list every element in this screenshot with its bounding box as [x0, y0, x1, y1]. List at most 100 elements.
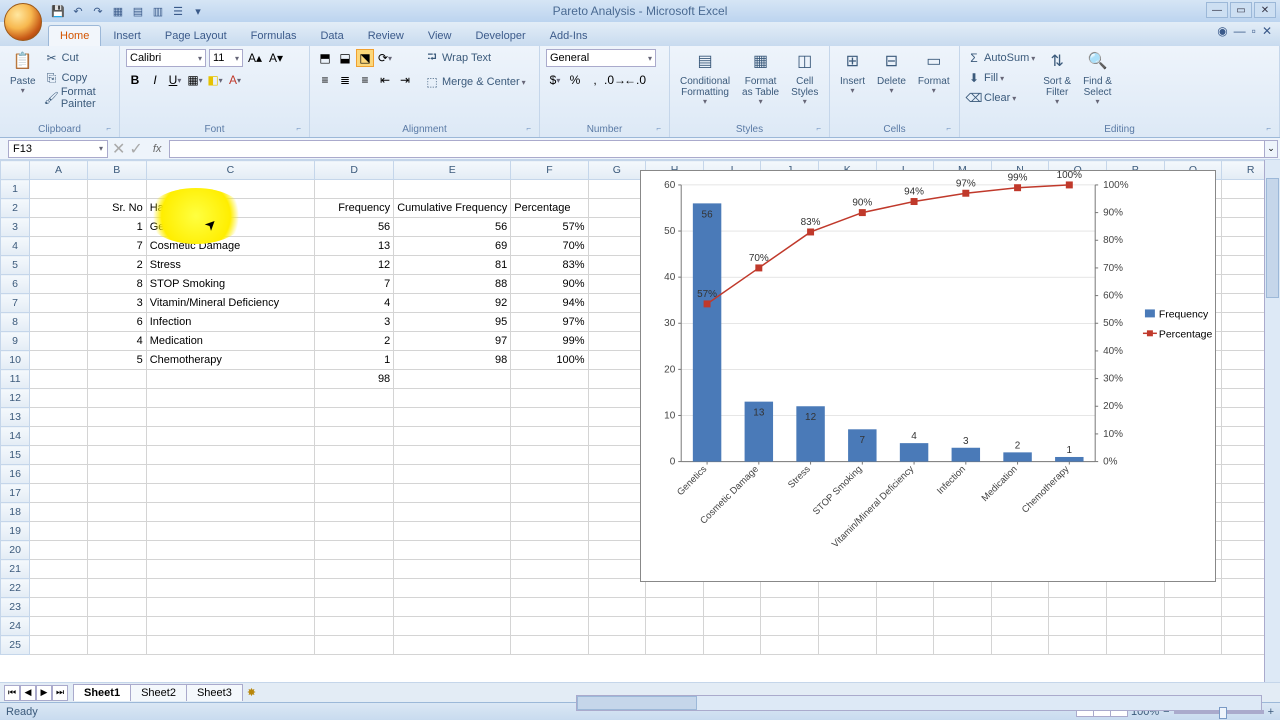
cell[interactable]	[87, 180, 146, 199]
row-header[interactable]: 9	[1, 332, 30, 351]
cell[interactable]	[87, 617, 146, 636]
row-header[interactable]: 18	[1, 503, 30, 522]
cell[interactable]	[511, 598, 588, 617]
cell[interactable]	[394, 541, 511, 560]
row-header[interactable]: 1	[1, 180, 30, 199]
cell[interactable]	[30, 541, 88, 560]
cell[interactable]: 98	[394, 351, 511, 370]
column-header[interactable]: F	[511, 161, 588, 180]
cell[interactable]	[588, 199, 646, 218]
row-header[interactable]: 16	[1, 465, 30, 484]
cell[interactable]: 3	[315, 313, 394, 332]
cell[interactable]	[394, 636, 511, 655]
cell[interactable]	[991, 617, 1049, 636]
cell[interactable]	[876, 598, 934, 617]
cell[interactable]: Cumulative Frequency	[394, 199, 511, 218]
cell[interactable]	[511, 503, 588, 522]
align-top-button[interactable]: ⬒	[316, 49, 334, 67]
row-header[interactable]: 19	[1, 522, 30, 541]
cell[interactable]: 7	[87, 237, 146, 256]
cell[interactable]	[146, 465, 314, 484]
cell[interactable]	[394, 465, 511, 484]
cell[interactable]: Genetics	[146, 218, 314, 237]
tab-home[interactable]: Home	[48, 25, 101, 46]
cell[interactable]	[511, 389, 588, 408]
vertical-scrollbar[interactable]	[1264, 160, 1280, 682]
cell[interactable]	[146, 389, 314, 408]
increase-indent-button[interactable]: ⇥	[396, 71, 414, 89]
zoom-slider[interactable]	[1174, 710, 1264, 714]
cell[interactable]	[511, 180, 588, 199]
cell[interactable]	[511, 427, 588, 446]
cell[interactable]: 3	[87, 294, 146, 313]
cell[interactable]	[87, 389, 146, 408]
cell[interactable]	[87, 408, 146, 427]
border-button[interactable]: ▦▾	[186, 71, 204, 89]
cell[interactable]	[30, 237, 88, 256]
cell[interactable]	[30, 636, 88, 655]
cell[interactable]	[511, 579, 588, 598]
cell[interactable]	[991, 598, 1049, 617]
fx-icon[interactable]: fx	[145, 143, 170, 155]
row-header[interactable]: 20	[1, 541, 30, 560]
cell[interactable]	[588, 256, 646, 275]
tab-insert[interactable]: Insert	[101, 25, 153, 46]
format-as-table-button[interactable]: ▦Format as Table▾	[738, 49, 783, 109]
row-header[interactable]: 21	[1, 560, 30, 579]
cell[interactable]	[394, 446, 511, 465]
cell[interactable]: 88	[394, 275, 511, 294]
row-header[interactable]: 14	[1, 427, 30, 446]
cell[interactable]	[394, 180, 511, 199]
cell[interactable]: Infection	[146, 313, 314, 332]
cell[interactable]	[315, 465, 394, 484]
cell[interactable]	[588, 427, 646, 446]
cell[interactable]: 5	[87, 351, 146, 370]
copy-button[interactable]: ⎘Copy	[44, 69, 113, 87]
cell[interactable]: Cosmetic Damage	[146, 237, 314, 256]
cell[interactable]	[588, 465, 646, 484]
cell[interactable]	[646, 636, 704, 655]
cell[interactable]	[991, 636, 1049, 655]
cell[interactable]: 83%	[511, 256, 588, 275]
sheet-nav-last[interactable]: ⏭	[52, 685, 68, 701]
cell[interactable]	[511, 408, 588, 427]
minimize-button[interactable]: —	[1206, 2, 1228, 18]
ribbon-restore-button[interactable]: ▫	[1252, 24, 1256, 38]
cell[interactable]	[30, 294, 88, 313]
cell[interactable]	[87, 636, 146, 655]
cell[interactable]	[588, 313, 646, 332]
cell[interactable]	[588, 389, 646, 408]
clear-button[interactable]: ⌫Clear▾	[966, 89, 1035, 107]
cell[interactable]	[394, 560, 511, 579]
cell[interactable]	[818, 636, 876, 655]
cell[interactable]	[818, 617, 876, 636]
row-header[interactable]: 24	[1, 617, 30, 636]
cancel-formula-icon[interactable]: ✕	[110, 139, 127, 159]
cell[interactable]	[30, 275, 88, 294]
shrink-font-button[interactable]: A▾	[267, 49, 285, 67]
cell[interactable]: 97	[394, 332, 511, 351]
wrap-text-button[interactable]: ⮒Wrap Text	[424, 49, 526, 67]
cell[interactable]	[315, 636, 394, 655]
cell[interactable]	[761, 598, 819, 617]
align-middle-button[interactable]: ⬓	[336, 49, 354, 67]
cell[interactable]: 8	[87, 275, 146, 294]
row-header[interactable]: 10	[1, 351, 30, 370]
cell[interactable]	[394, 579, 511, 598]
align-bottom-button[interactable]: ⬔	[356, 49, 374, 67]
cell[interactable]	[588, 560, 646, 579]
cell[interactable]	[87, 370, 146, 389]
cell[interactable]	[87, 503, 146, 522]
name-box[interactable]: F13▾	[8, 140, 108, 158]
cell[interactable]: 6	[87, 313, 146, 332]
cell[interactable]	[588, 218, 646, 237]
cell-styles-button[interactable]: ◫Cell Styles▾	[787, 49, 822, 109]
cell[interactable]	[1107, 636, 1165, 655]
cell[interactable]	[394, 427, 511, 446]
cell[interactable]	[761, 617, 819, 636]
row-header[interactable]: 23	[1, 598, 30, 617]
cell[interactable]: 92	[394, 294, 511, 313]
cell[interactable]: 13	[315, 237, 394, 256]
cell[interactable]	[146, 446, 314, 465]
cell[interactable]	[394, 503, 511, 522]
